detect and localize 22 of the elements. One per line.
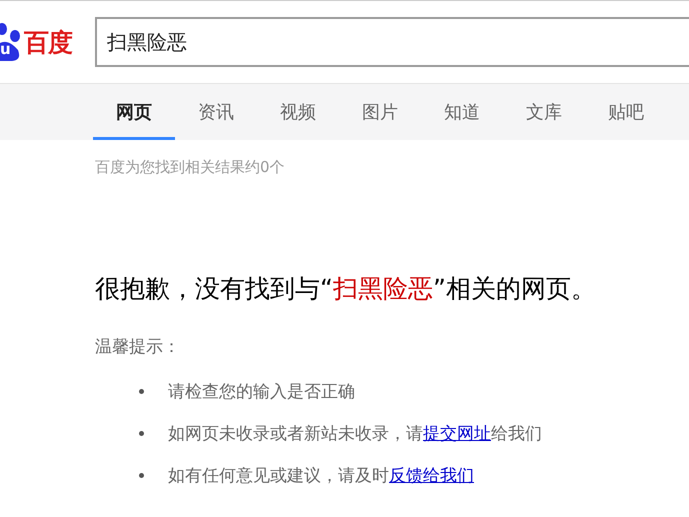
- no-results-message: 很抱歉，没有找到与“扫黑险恶”相关的网页。: [95, 273, 597, 305]
- nav-tab[interactable]: 知道: [421, 84, 503, 140]
- nav-tab[interactable]: 文库: [503, 84, 585, 140]
- bullet-icon: [139, 388, 144, 394]
- bullet-icon: [139, 472, 144, 478]
- tip-text: 如网页未收录或者新站未收录，请提交网址给我们: [168, 422, 542, 444]
- nav-tab[interactable]: 资讯: [175, 84, 257, 140]
- tip-text: 请检查您的输入是否正确: [168, 380, 355, 402]
- nav-tab[interactable]: 网页: [93, 84, 175, 140]
- tip-link[interactable]: 提交网址: [423, 424, 491, 444]
- logo-text: 百度: [24, 26, 72, 58]
- paw-icon: [0, 22, 22, 62]
- nav-tab[interactable]: 图片: [339, 84, 421, 140]
- tip-text: 如有任何意见或建议，请及时反馈给我们: [168, 464, 474, 486]
- nav-tab[interactable]: 视频: [257, 84, 339, 140]
- logo-letter: u: [0, 40, 11, 58]
- nav-tab[interactable]: 贴吧: [585, 84, 667, 140]
- result-count: 百度为您找到相关结果约0个: [95, 158, 286, 178]
- tips-title: 温馨提示：: [95, 336, 181, 358]
- search-field[interactable]: 扫黑险恶: [95, 17, 689, 67]
- bullet-icon: [139, 430, 144, 436]
- tip-link[interactable]: 反馈给我们: [389, 466, 474, 486]
